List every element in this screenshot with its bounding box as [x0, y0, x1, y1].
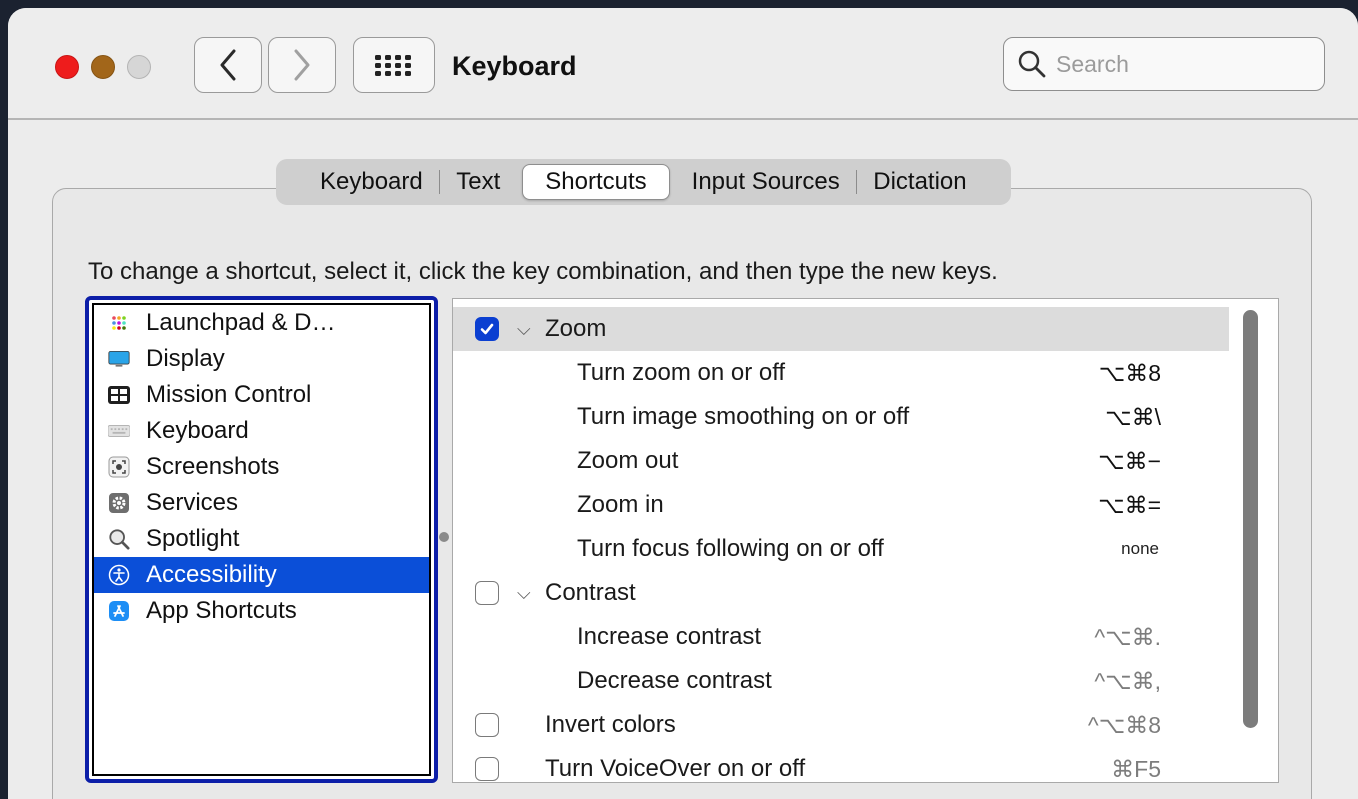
chevron-down-icon[interactable]: ⌵ — [517, 583, 531, 604]
key-combination[interactable]: ^⌥⌘, — [1094, 668, 1161, 695]
checkbox[interactable] — [475, 757, 499, 781]
toolbar: Keyboard Search — [8, 8, 1358, 120]
key-combination[interactable]: ⌘F5 — [1111, 756, 1161, 783]
shortcut-label: Increase contrast — [577, 623, 762, 650]
shortcut-label: Invert colors — [545, 711, 676, 738]
category-services[interactable]: Services — [94, 485, 429, 521]
chevron-down-icon[interactable]: ⌵ — [517, 319, 531, 340]
tab-dictation[interactable]: Dictation — [857, 165, 982, 199]
shortcut-row[interactable]: Turn zoom on or off ⌥⌘8 — [453, 351, 1229, 395]
shortcut-row[interactable]: Zoom in ⌥⌘= — [453, 483, 1229, 527]
search-placeholder: Search — [1056, 50, 1129, 77]
shortcut-row[interactable]: Turn focus following on or off none — [453, 527, 1229, 571]
shortcut-list[interactable]: ⌵ Zoom Turn zoom on or off ⌥⌘8 Turn imag… — [452, 298, 1279, 783]
search-field[interactable]: Search — [1003, 37, 1325, 91]
instruction-text: To change a shortcut, select it, click t… — [88, 258, 998, 285]
category-label: Mission Control — [146, 381, 312, 408]
category-label: App Shortcuts — [146, 597, 297, 624]
shortcut-row[interactable]: Zoom out ⌥⌘− — [453, 439, 1229, 483]
scrollbar-thumb[interactable] — [1243, 310, 1258, 728]
shortcut-row[interactable]: Increase contrast ^⌥⌘. — [453, 615, 1229, 659]
split-view-divider-handle[interactable] — [439, 532, 449, 542]
shortcut-label: Contrast — [545, 579, 636, 606]
key-combination[interactable]: ⌥⌘− — [1098, 448, 1161, 475]
shortcut-label: Decrease contrast — [577, 667, 772, 694]
category-launchpad[interactable]: Launchpad & D… — [94, 305, 429, 341]
launchpad-icon — [108, 312, 130, 334]
category-mission-control[interactable]: Mission Control — [94, 377, 429, 413]
category-label: Spotlight — [146, 525, 240, 552]
tab-shortcuts[interactable]: Shortcuts — [522, 164, 670, 200]
tab-input-sources[interactable]: Input Sources — [676, 165, 856, 199]
search-icon — [1018, 50, 1046, 78]
tab-text[interactable]: Text — [440, 165, 516, 199]
mission-control-icon — [108, 384, 130, 406]
key-combination[interactable]: ⌥⌘\ — [1105, 404, 1161, 431]
category-list-inner: Launchpad & D… Display Mission Control K… — [92, 303, 431, 776]
category-label: Keyboard — [146, 417, 249, 444]
accessibility-icon — [108, 564, 130, 586]
category-label: Services — [146, 489, 239, 516]
category-screenshots[interactable]: Screenshots — [94, 449, 429, 485]
window-title: Keyboard — [452, 51, 577, 81]
show-all-button[interactable] — [353, 37, 435, 93]
shortcut-row[interactable]: Invert colors ^⌥⌘8 — [453, 703, 1229, 747]
minimize-window-button[interactable] — [91, 55, 115, 79]
spotlight-magnifier-icon — [108, 528, 130, 550]
scrollbar[interactable] — [1230, 299, 1278, 782]
keyboard-icon — [108, 420, 130, 442]
key-combination[interactable]: ^⌥⌘. — [1094, 624, 1161, 651]
category-spotlight[interactable]: Spotlight — [94, 521, 429, 557]
shortcut-label: Zoom in — [577, 491, 664, 518]
forward-button[interactable] — [268, 37, 336, 93]
shortcut-label: Zoom out — [577, 447, 679, 474]
shortcut-label: Turn focus following on or off — [577, 535, 884, 562]
checkbox[interactable] — [475, 317, 499, 341]
checkbox[interactable] — [475, 713, 499, 737]
category-label: Launchpad & D… — [146, 309, 336, 336]
category-display[interactable]: Display — [94, 341, 429, 377]
zoom-window-button[interactable] — [127, 55, 151, 79]
checkmark-icon — [480, 323, 494, 335]
key-combination[interactable]: ^⌥⌘8 — [1088, 712, 1161, 739]
category-keyboard[interactable]: Keyboard — [94, 413, 429, 449]
key-combination[interactable]: none — [1121, 539, 1159, 559]
category-list[interactable]: Launchpad & D… Display Mission Control K… — [85, 296, 438, 783]
close-window-button[interactable] — [55, 55, 79, 79]
shortcut-label: Zoom — [545, 315, 607, 342]
shortcut-row[interactable]: Turn VoiceOver on or off ⌘F5 — [453, 747, 1229, 783]
shortcut-row[interactable]: Decrease contrast ^⌥⌘, — [453, 659, 1229, 703]
tab-bar: Keyboard Text Shortcuts Input Sources Di… — [276, 159, 1011, 205]
shortcut-label: Turn image smoothing on or off — [577, 403, 910, 430]
shortcut-group-row[interactable]: ⌵ Zoom — [453, 307, 1229, 351]
category-label: Display — [146, 345, 225, 372]
grid-icon — [375, 55, 411, 76]
key-combination[interactable]: ⌥⌘8 — [1099, 360, 1161, 387]
chevron-left-icon — [220, 49, 236, 81]
shortcut-group-row[interactable]: ⌵ Contrast — [453, 571, 1229, 615]
tab-keyboard[interactable]: Keyboard — [304, 165, 439, 199]
key-combination[interactable]: ⌥⌘= — [1098, 492, 1161, 519]
display-icon — [108, 348, 130, 370]
shortcut-label: Turn zoom on or off — [577, 359, 786, 386]
app-store-icon — [108, 600, 130, 622]
services-gear-icon — [108, 492, 130, 514]
category-label: Screenshots — [146, 453, 280, 480]
category-app-shortcuts[interactable]: App Shortcuts — [94, 593, 429, 629]
shortcut-label: Turn VoiceOver on or off — [545, 755, 806, 782]
screenshots-icon — [108, 456, 130, 478]
shortcut-row[interactable]: Turn image smoothing on or off ⌥⌘\ — [453, 395, 1229, 439]
category-label: Accessibility — [146, 561, 277, 588]
back-button[interactable] — [194, 37, 262, 93]
chevron-right-icon — [294, 49, 310, 81]
category-accessibility[interactable]: Accessibility — [94, 557, 429, 593]
checkbox[interactable] — [475, 581, 499, 605]
